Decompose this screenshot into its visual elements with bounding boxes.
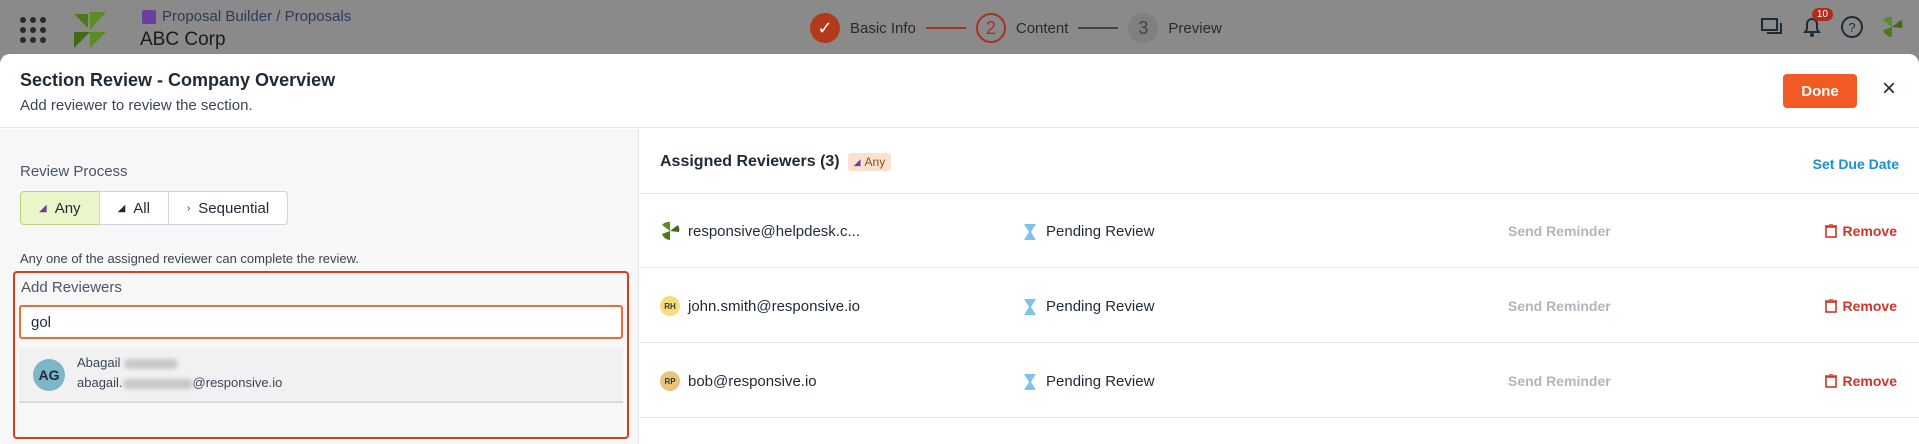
redacted-text (124, 358, 178, 369)
reviewer-row: RH john.smith@responsive.io Pending Revi… (640, 269, 1919, 343)
step-basic-info-label[interactable]: Basic Info (850, 20, 916, 37)
any-mode-icon: ◢ (39, 202, 47, 214)
trash-icon (1824, 224, 1837, 238)
modal-subtitle: Add reviewer to review the section. (20, 97, 253, 114)
review-mode-tag-label: Any (864, 155, 886, 169)
remove-reviewer-button[interactable]: Remove (1824, 298, 1897, 314)
step-preview-number[interactable]: 3 (1128, 13, 1159, 43)
review-option-label: Sequential (198, 199, 270, 217)
top-app-bar: Proposal Builder / Proposals ABC Corp ✓ … (0, 0, 1919, 58)
step-basic-info-check-icon[interactable]: ✓ (810, 13, 840, 43)
brand-logo-icon (74, 12, 106, 48)
progress-stepper: ✓ Basic Info 2 Content 3 Preview (810, 13, 1232, 43)
status-badge: Pending Review (1024, 298, 1154, 315)
reviewer-row: responsive@helpdesk.c... Pending Review … (640, 194, 1919, 268)
add-reviewers-section: Add Reviewers AG Abagail abagail. @respon… (13, 271, 629, 439)
company-name: ABC Corp (140, 29, 226, 50)
step-content-label[interactable]: Content (1016, 20, 1069, 37)
review-option-label: Any (54, 199, 81, 217)
suggestion-email-prefix: abagail. (77, 375, 123, 390)
status-text: Pending Review (1046, 223, 1155, 240)
proposal-icon (142, 9, 156, 24)
suggestion-email-suffix: @responsive.io (192, 375, 283, 390)
notification-count-badge: 10 (1811, 8, 1833, 21)
hourglass-icon (1024, 298, 1036, 315)
breadcrumb[interactable]: Proposal Builder / Proposals (142, 8, 351, 25)
done-button[interactable]: Done (1783, 74, 1857, 108)
status-text: Pending Review (1046, 373, 1155, 390)
suggestion-email: abagail. @responsive.io (77, 375, 282, 390)
section-review-modal: Section Review - Company Overview Add re… (0, 54, 1919, 444)
assigned-reviewers-title: Assigned Reviewers (3) (660, 153, 840, 170)
review-process-label: Review Process (20, 163, 128, 180)
remove-label: Remove (1842, 373, 1897, 389)
status-badge: Pending Review (1024, 373, 1154, 390)
review-option-sequential[interactable]: › Sequential (167, 191, 289, 225)
reviewer-email: bob@responsive.io (688, 373, 817, 390)
add-reviewers-label: Add Reviewers (21, 279, 122, 296)
modal-title: Section Review - Company Overview (20, 70, 336, 90)
reviewer-email: john.smith@responsive.io (688, 298, 860, 315)
status-badge: Pending Review (1024, 223, 1154, 240)
remove-reviewer-button[interactable]: Remove (1824, 223, 1897, 239)
suggestion-name: Abagail (77, 355, 178, 370)
review-settings-pane: Review Process ◢ Any ◢ All › Sequential … (0, 129, 639, 444)
send-reminder-button[interactable]: Send Reminder (1508, 298, 1611, 314)
chevron-right-icon: › (186, 202, 191, 214)
step-content-number[interactable]: 2 (975, 13, 1006, 43)
assigned-reviewers-heading: Assigned Reviewers (3) ◢ Any (660, 153, 892, 171)
review-option-all[interactable]: ◢ All (98, 191, 169, 225)
review-process-toggle: ◢ Any ◢ All › Sequential (20, 191, 289, 225)
review-option-label: All (133, 199, 150, 217)
send-reminder-button[interactable]: Send Reminder (1508, 223, 1611, 239)
hourglass-icon (1024, 373, 1036, 390)
step-preview-label[interactable]: Preview (1168, 20, 1221, 37)
hourglass-icon (1024, 223, 1036, 240)
remove-label: Remove (1842, 223, 1897, 239)
review-option-any[interactable]: ◢ Any (20, 191, 100, 225)
any-mode-icon: ◢ (853, 156, 861, 167)
breadcrumb-text: Proposal Builder / Proposals (162, 8, 352, 25)
trash-icon (1824, 374, 1837, 388)
close-icon[interactable]: × (1877, 77, 1901, 102)
send-reminder-button[interactable]: Send Reminder (1508, 373, 1611, 389)
reviewer-row: RP bob@responsive.io Pending Review Send… (640, 344, 1919, 418)
review-mode-tag: ◢ Any (847, 153, 892, 171)
all-mode-icon: ◢ (117, 202, 126, 214)
trash-icon (1824, 299, 1837, 313)
help-icon[interactable]: ? (1839, 14, 1865, 40)
reviewer-search-input[interactable] (19, 305, 623, 339)
user-avatar-icon[interactable] (1879, 14, 1905, 40)
assigned-reviewers-pane: Assigned Reviewers (3) ◢ Any Set Due Dat… (640, 129, 1919, 444)
status-text: Pending Review (1046, 298, 1155, 315)
set-due-date-link[interactable]: Set Due Date (1813, 156, 1899, 172)
reviewer-email: responsive@helpdesk.c... (688, 223, 860, 240)
step-connector (1078, 27, 1119, 29)
topbar-actions: 10 ? (1759, 8, 1905, 40)
svg-text:?: ? (1848, 20, 1855, 35)
avatar (662, 221, 680, 240)
avatar: AG (33, 359, 65, 391)
app-launcher-icon[interactable] (17, 14, 46, 43)
suggestion-first-name: Abagail (77, 355, 121, 370)
notifications-button[interactable]: 10 (1799, 8, 1833, 40)
modal-header: Section Review - Company Overview Add re… (0, 54, 1919, 128)
remove-label: Remove (1842, 298, 1897, 314)
remove-reviewer-button[interactable]: Remove (1824, 373, 1897, 389)
avatar: RH (660, 296, 680, 316)
reviewer-suggestion-item[interactable]: AG Abagail abagail. @responsive.io (19, 347, 623, 403)
redacted-text (122, 378, 193, 389)
step-connector (925, 27, 966, 29)
review-process-description: Any one of the assigned reviewer can com… (20, 251, 359, 266)
avatar: RP (660, 371, 680, 391)
chat-icon[interactable] (1759, 14, 1785, 40)
